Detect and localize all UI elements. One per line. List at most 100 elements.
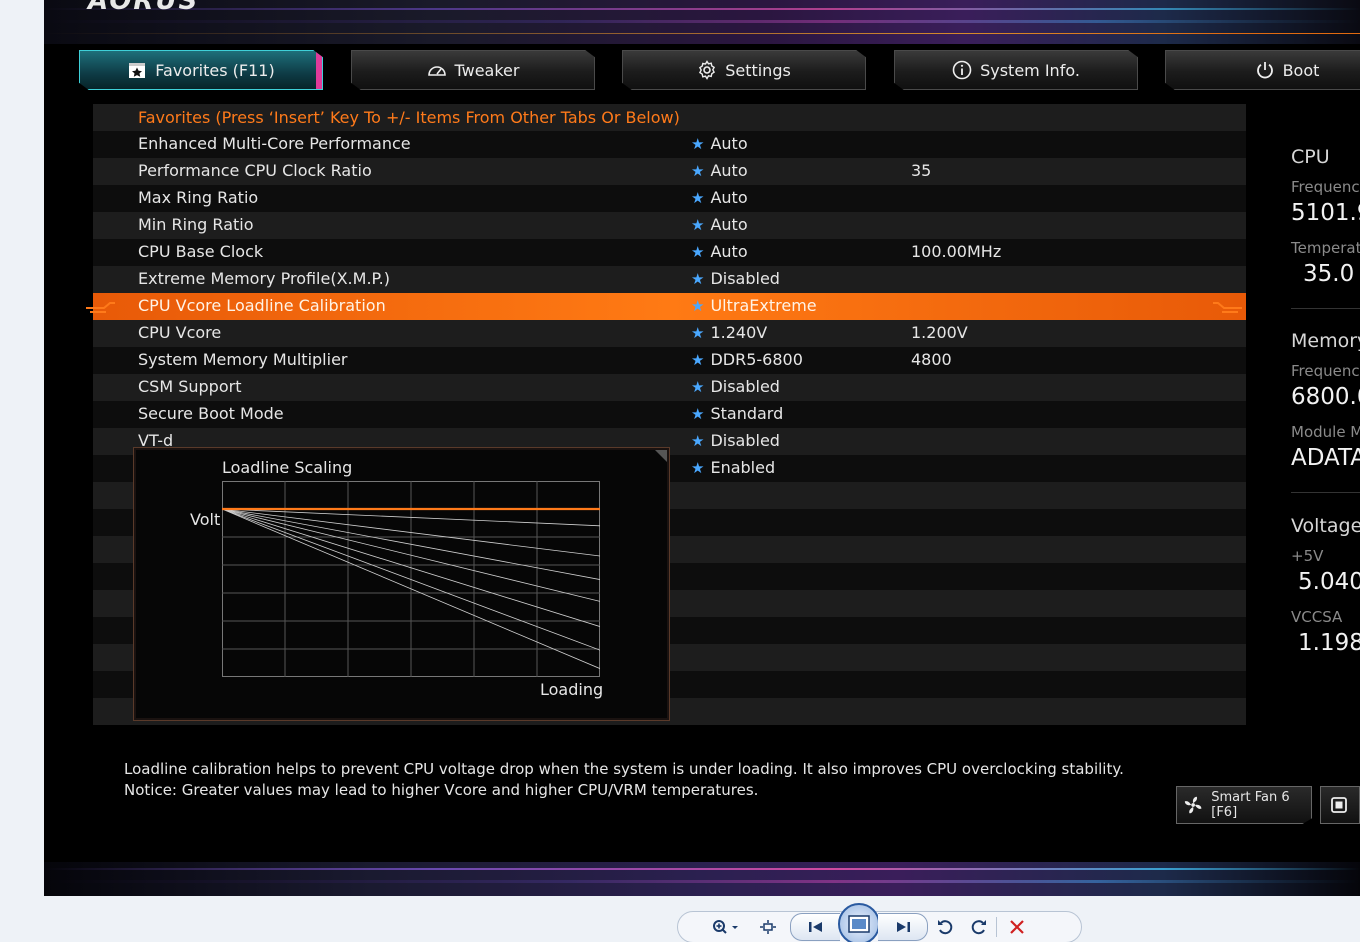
setting-value-text: Auto: [710, 215, 748, 234]
tab-system-info[interactable]: System Info.: [894, 50, 1138, 90]
setting-current-value: 35: [911, 161, 932, 180]
setting-name: Enhanced Multi-Core Performance: [138, 134, 411, 153]
favorite-star-icon: ★: [691, 269, 705, 288]
setting-row[interactable]: Extreme Memory Profile(X.M.P.) ★ Disabled: [93, 266, 1246, 293]
setting-value[interactable]: ★ Disabled: [691, 431, 780, 450]
setting-value[interactable]: ★ Disabled: [691, 377, 780, 396]
setting-value-text: UltraExtreme: [710, 296, 817, 315]
favorites-header: Favorites (Press ‘Insert’ Key To +/- Ite…: [138, 108, 680, 127]
setting-value[interactable]: ★ Auto: [691, 161, 748, 180]
rotate-right-button[interactable]: [962, 913, 996, 941]
tab-tweaker[interactable]: Tweaker: [351, 50, 595, 90]
setting-name: CPU Base Clock: [138, 242, 264, 261]
cpu-frequency-label: Frequency: [1291, 178, 1360, 196]
setting-current-value: 4800: [911, 350, 952, 369]
setting-value-text: Disabled: [710, 269, 780, 288]
setting-value-text: Auto: [710, 188, 748, 207]
bottom-banner: [44, 862, 1360, 896]
setting-value-text: Enabled: [710, 458, 776, 477]
memory-module-label: Module M: [1291, 423, 1360, 441]
setting-row[interactable]: CPU Vcore ★ 1.240V 1.200V: [93, 320, 1246, 347]
setting-name: Performance CPU Clock Ratio: [138, 161, 372, 180]
tab-settings[interactable]: Settings: [622, 50, 866, 90]
voltage-vccsa-value: 1.198: [1298, 630, 1360, 656]
info-icon: [952, 60, 972, 80]
rotate-left-button[interactable]: [928, 913, 962, 941]
setting-row[interactable]: System Memory Multiplier ★ DDR5-6800 4800: [93, 347, 1246, 374]
selection-left-marker: [86, 302, 115, 313]
favorite-star-icon: ★: [691, 188, 705, 207]
favorite-star-icon: ★: [691, 377, 705, 396]
setting-name: System Memory Multiplier: [138, 350, 348, 369]
cpu-frequency-value: 5101.9: [1291, 200, 1360, 226]
fan-icon: [1184, 796, 1202, 814]
loadline-scaling-popup: Loadline Scaling Volt Loading: [133, 447, 670, 721]
setting-value-text: Disabled: [710, 377, 780, 396]
tab-favorites[interactable]: Favorites (F11): [79, 50, 323, 90]
fit-window-icon: [760, 920, 776, 934]
setting-row[interactable]: CPU Base Clock ★ Auto 100.00MHz: [93, 239, 1246, 266]
setting-row[interactable]: Performance CPU Clock Ratio ★ Auto 35: [93, 158, 1246, 185]
fit-window-button[interactable]: [746, 913, 790, 941]
setting-value-text: Auto: [710, 134, 748, 153]
chip-button[interactable]: [1320, 786, 1360, 824]
setting-name: CPU Vcore: [138, 323, 222, 342]
voltage-5v-value: 5.040: [1298, 569, 1360, 595]
favorite-star-icon: ★: [691, 431, 705, 450]
chart-ylabel: Volt: [190, 510, 221, 529]
delete-button[interactable]: [997, 913, 1037, 941]
tab-label: Favorites (F11): [155, 60, 275, 80]
bios-screen: AORUS Favorites (F11) Tweaker Settings S…: [44, 0, 1360, 896]
setting-name: CSM Support: [138, 377, 242, 396]
top-banner: AORUS: [44, 0, 1360, 44]
skip-next-icon: [896, 922, 910, 932]
setting-value[interactable]: ★ Disabled: [691, 269, 780, 288]
cpu-temperature-value: 35.0: [1303, 261, 1355, 287]
setting-value[interactable]: ★ UltraExtreme: [691, 296, 817, 315]
setting-value-text: Auto: [710, 161, 748, 180]
setting-name: Secure Boot Mode: [138, 404, 284, 423]
zoom-button[interactable]: [706, 913, 746, 941]
setting-row[interactable]: Min Ring Ratio ★ Auto: [93, 212, 1246, 239]
smart-fan-button[interactable]: Smart Fan 6 [F6]: [1176, 786, 1312, 824]
image-viewer-toolbar: [677, 903, 1082, 942]
favorite-star-icon: ★: [691, 323, 705, 342]
tab-boot[interactable]: Boot: [1165, 50, 1360, 90]
setting-current-value: 1.200V: [911, 323, 968, 342]
setting-value-text: DDR5-6800: [710, 350, 803, 369]
setting-value[interactable]: ★ Enabled: [691, 458, 775, 477]
brand-logo: AORUS: [88, 0, 200, 16]
setting-value[interactable]: ★ Auto: [691, 242, 748, 261]
favorite-star-icon: ★: [691, 404, 705, 423]
previous-button[interactable]: [790, 913, 840, 941]
smart-fan-label: Smart Fan 6 [F6]: [1211, 790, 1290, 820]
gear-icon: [699, 60, 716, 80]
voltage-vccsa-label: VCCSA: [1291, 608, 1343, 626]
setting-row[interactable]: Secure Boot Mode ★ Standard: [93, 401, 1246, 428]
setting-value[interactable]: ★ Auto: [691, 188, 748, 207]
setting-value[interactable]: ★ Auto: [691, 134, 748, 153]
favorite-star-icon: ★: [691, 296, 705, 315]
setting-value[interactable]: ★ DDR5-6800: [691, 350, 803, 369]
setting-value[interactable]: ★ Auto: [691, 215, 748, 234]
tab-label: Settings: [725, 60, 791, 80]
close-icon: [1010, 920, 1024, 934]
setting-row-selected[interactable]: CPU Vcore Loadline Calibration ★ UltraExtr…: [93, 293, 1246, 320]
setting-value[interactable]: ★ Standard: [691, 404, 783, 423]
setting-row[interactable]: Enhanced Multi-Core Performance ★ Auto: [93, 131, 1246, 158]
slideshow-button[interactable]: [838, 903, 880, 942]
voltage-5v-label: +5V: [1291, 547, 1324, 565]
chip-icon: [1331, 797, 1347, 813]
next-button[interactable]: [878, 913, 928, 941]
setting-row[interactable]: Max Ring Ratio ★ Auto: [93, 185, 1246, 212]
memory-module-value: ADATA: [1291, 445, 1360, 471]
setting-value[interactable]: ★ 1.240V: [691, 323, 767, 342]
favorite-star-icon: ★: [691, 242, 705, 261]
selection-right-marker: [1213, 302, 1242, 313]
favorite-star-icon: ★: [691, 215, 705, 234]
slideshow-icon: [848, 915, 870, 933]
help-description: Loadline calibration helps to prevent CP…: [124, 759, 1124, 801]
help-line-1: Loadline calibration helps to prevent CP…: [124, 760, 1124, 778]
setting-row[interactable]: CSM Support ★ Disabled: [93, 374, 1246, 401]
setting-current-value: 100.00MHz: [911, 242, 1002, 261]
